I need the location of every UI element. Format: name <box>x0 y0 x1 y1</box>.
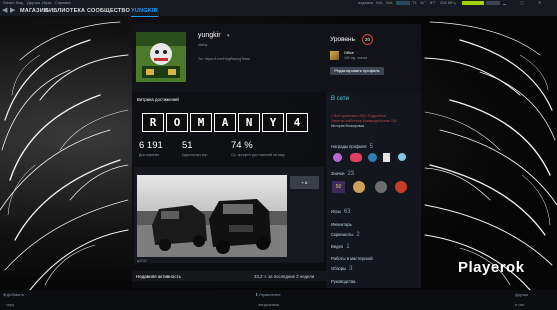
showcase-title: Витрина достижений <box>137 97 179 102</box>
name-dropdown-icon[interactable]: ▾ <box>227 33 230 39</box>
sidebar-item-games[interactable]: Игры 63 <box>331 209 351 215</box>
edit-profile-button[interactable]: Редактировать профиль <box>330 67 384 75</box>
nav-store[interactable]: МАГАЗИН <box>20 6 48 16</box>
screenshot-caption: q4747 <box>137 259 147 263</box>
more-screenshots-button[interactable]: + 8 <box>290 176 319 189</box>
avg-completion-label: Ср. процент достижений за игру <box>231 153 285 157</box>
award-icon-3[interactable] <box>368 153 377 162</box>
profile-summary: Tw: https://t.me/HogRacingTeam <box>198 57 250 61</box>
hud-box-green <box>462 1 484 5</box>
showcase-letter-3[interactable]: M <box>190 113 212 132</box>
badges-count: 23 <box>347 171 355 177</box>
sidebar-item-reviews[interactable]: Обзоры 3 <box>331 266 352 272</box>
achievements-count: 6 191 <box>139 140 163 151</box>
videos-count: 1 <box>346 244 350 250</box>
badges-label: Значки <box>331 171 345 176</box>
showcase-letter-5[interactable]: N <box>238 113 260 132</box>
reviews-label: Обзоры <box>331 266 347 271</box>
workshop-label: Работы в мастерской <box>331 256 373 261</box>
status-line-1[interactable]: 1 Всё правильно 2021 Подробнее <box>331 114 386 118</box>
videos-label: Видео <box>331 244 344 249</box>
showcase-letter-2[interactable]: O <box>166 113 188 132</box>
screenshots-count: 2 <box>356 232 360 238</box>
status-line-2[interactable]: Заметки шаблонов Взаимодействие 100 <box>331 119 397 123</box>
downloads-label: Управление загрузками <box>258 292 281 307</box>
achievements-label: Достижения <box>139 153 160 157</box>
screenshots-label: Скриншоты <box>331 232 354 237</box>
hud-box-2 <box>486 1 500 5</box>
downloads-button[interactable]: ⬇ Управление загрузками <box>255 290 281 307</box>
badge-icon[interactable] <box>330 51 339 60</box>
badge-xp: 100 ед. опыта <box>344 56 368 60</box>
badge-icon-3[interactable] <box>375 181 387 193</box>
games-count: 63 <box>343 209 351 215</box>
nav-community[interactable]: СООБЩЕСТВО <box>87 6 130 16</box>
nav-profile[interactable]: YUNGKIR <box>131 6 158 17</box>
badge-name: Office <box>344 51 354 55</box>
showcase-letter-7[interactable]: 4 <box>286 113 308 132</box>
badge-icon-1[interactable]: 50 <box>332 181 345 193</box>
profile-awards[interactable]: Награды профиля 5 <box>331 144 373 150</box>
nav-library[interactable]: БИБЛИОТЕКА <box>45 6 85 16</box>
showcase-letter-6[interactable]: Y <box>262 113 284 132</box>
reviews-count: 3 <box>349 266 353 272</box>
friends-chat-label: Друзья и чат <box>515 292 528 307</box>
status-line-3[interactable]: История блокировок <box>331 124 364 128</box>
avatar-image <box>136 32 186 82</box>
top-nav: ◀ ▶ МАГАЗИН БИБЛИОТЕКА СООБЩЕСТВО YUNGKI… <box>0 6 557 17</box>
badge-icon-4[interactable] <box>395 181 407 193</box>
sidebar-item-inventory[interactable]: Инвентарь <box>331 222 352 227</box>
sidebar-item-videos[interactable]: Видео 1 <box>331 244 350 250</box>
showcase-letter-1[interactable]: R <box>142 113 164 132</box>
award-icon-5[interactable] <box>398 153 406 161</box>
add-game-label: Добавить игру <box>6 292 25 307</box>
perfect-games-count: 51 <box>182 140 193 151</box>
recent-activity-title: Недавняя активность <box>136 274 181 279</box>
screenshot-image[interactable] <box>137 175 287 257</box>
footer-bar: ⊕ Добавить игру ⬇ Управление загрузками … <box>0 290 557 307</box>
sidebar-item-workshop[interactable]: Работы в мастерской <box>331 256 373 261</box>
real-name: vkrby <box>198 42 208 47</box>
sidebar-item-screenshots[interactable]: Скриншоты 2 <box>331 232 360 238</box>
hud-box <box>396 1 410 5</box>
award-icon-2[interactable] <box>350 153 362 162</box>
showcase-letter-4[interactable]: A <box>214 113 236 132</box>
back-arrow-icon[interactable]: ◀ <box>2 6 7 16</box>
forward-arrow-icon[interactable]: ▶ <box>10 6 15 16</box>
avatar[interactable] <box>136 32 186 82</box>
perfect-games-label: Идеальных игр <box>182 153 208 157</box>
profile-awards-label: Награды профиля <box>331 144 367 149</box>
add-game-button[interactable]: ⊕ Добавить игру <box>3 290 24 307</box>
profile-name: yungkir <box>198 32 221 39</box>
badges-section[interactable]: Значки 23 <box>331 171 354 177</box>
profile-awards-count: 5 <box>369 144 373 150</box>
level-badge: 20 <box>362 34 373 45</box>
inventory-label: Инвентарь <box>331 222 352 227</box>
sidebar-item-guides[interactable]: Руководства <box>331 279 355 284</box>
recent-activity-hours: 23,2 ч. за последние 2 недели <box>254 274 315 279</box>
games-label: Игры <box>331 209 341 214</box>
guides-label: Руководства <box>331 279 356 284</box>
watermark: Playerok <box>458 259 525 276</box>
level-label: Уровень <box>330 36 356 43</box>
profile-header: yungkir ▾ vkrby Tw: https://t.me/HogRaci… <box>132 24 421 92</box>
avg-completion-value: 74 % <box>231 140 253 151</box>
screenshot-cars-image <box>137 175 287 257</box>
award-icon-4[interactable] <box>383 153 390 162</box>
badge-icon-2[interactable] <box>353 181 365 193</box>
online-status: В сети <box>331 96 349 102</box>
award-icon-1[interactable] <box>333 153 342 162</box>
